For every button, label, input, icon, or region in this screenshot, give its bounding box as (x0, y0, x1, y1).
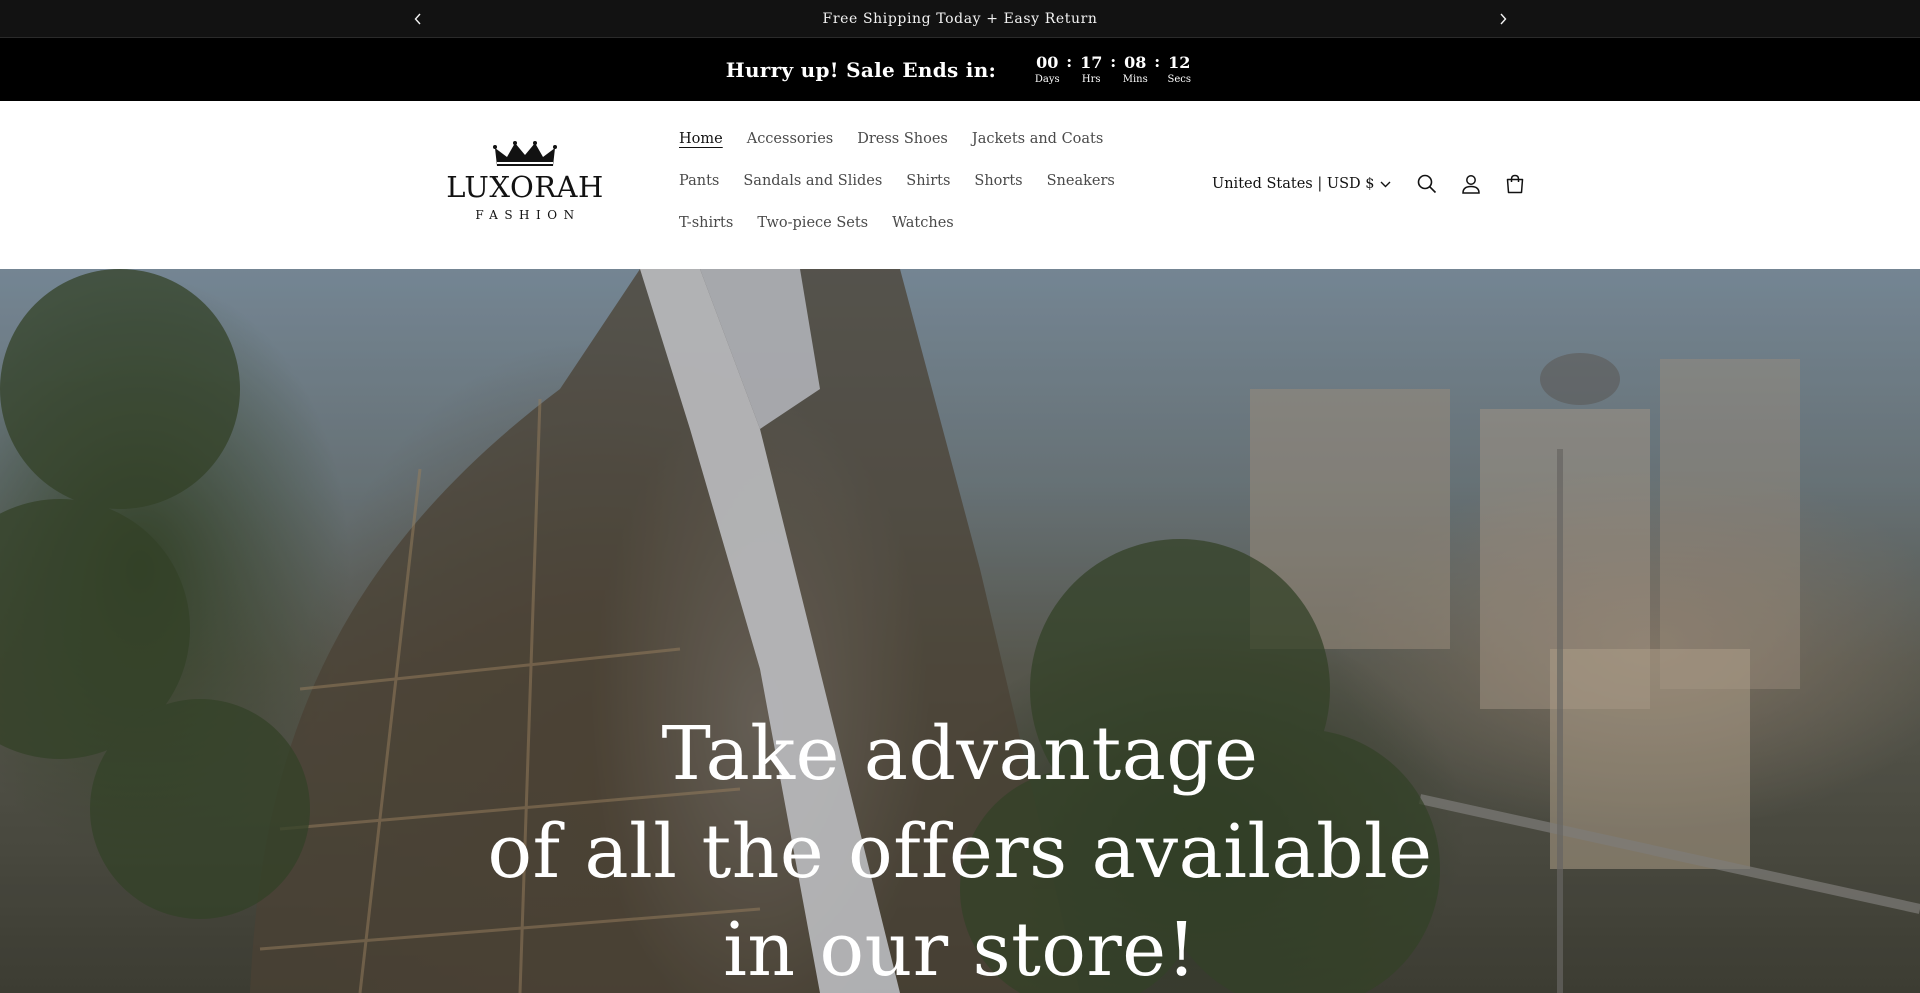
account-icon (1462, 175, 1481, 194)
nav-item-sandals-and-slides[interactable]: Sandals and Slides (731, 160, 894, 202)
chevron-right-icon (1500, 13, 1507, 25)
hero-headline-line: of all the offers available (487, 809, 1433, 895)
countdown-label: Hurry up! Sale Ends in: (725, 57, 997, 82)
countdown-value: 00 (1036, 53, 1059, 72)
countdown-separator: : (1110, 52, 1117, 71)
crown-icon (493, 141, 557, 166)
hero-headline-line: in our store! (723, 907, 1197, 993)
nav-item-jackets-and-coats[interactable]: Jackets and Coats (960, 118, 1115, 160)
countdown-value: 08 (1124, 53, 1147, 72)
nav-item-sneakers[interactable]: Sneakers (1035, 160, 1127, 202)
countdown-unit-label: Mins (1122, 74, 1148, 85)
nav-item-dress-shoes[interactable]: Dress Shoes (845, 118, 960, 160)
locale-label: United States | USD $ (1212, 176, 1375, 192)
nav-item-accessories[interactable]: Accessories (735, 118, 846, 160)
countdown-value: 17 (1080, 53, 1103, 72)
account-button[interactable] (1449, 162, 1493, 206)
hero-banner: Take advantage of all the offers availab… (0, 269, 1920, 993)
countdown-hours: 17 Hrs (1076, 53, 1106, 86)
countdown-unit-label: Hrs (1081, 74, 1101, 85)
hero-headline: Take advantage of all the offers availab… (0, 705, 1920, 993)
announcement-bar: Free Shipping Today + Easy Return (0, 0, 1920, 38)
sale-countdown-bar: Hurry up! Sale Ends in: 00 Days : 17 Hrs… (0, 38, 1920, 101)
countdown-timer: 00 Days : 17 Hrs : 08 Mins : 12 Secs (1032, 53, 1194, 86)
countdown-separator: : (1154, 52, 1161, 71)
countdown-seconds: 12 Secs (1164, 53, 1194, 86)
countdown-minutes: 08 Mins (1120, 53, 1150, 86)
nav-item-two-piece-sets[interactable]: Two-piece Sets (745, 202, 880, 244)
announcement-next-button[interactable] (1488, 0, 1518, 38)
countdown-value: 12 (1168, 53, 1191, 72)
cart-button[interactable] (1493, 162, 1537, 206)
store-logo[interactable]: LUXORAH FASHION (445, 140, 605, 226)
nav-item-pants[interactable]: Pants (667, 160, 731, 202)
logo-brand: LUXORAH (446, 170, 604, 204)
nav-item-home[interactable]: Home (667, 118, 735, 160)
chevron-down-icon (1380, 181, 1391, 188)
nav-item-shorts[interactable]: Shorts (962, 160, 1034, 202)
announcement-message: Free Shipping Today + Easy Return (822, 10, 1098, 27)
hero-headline-line: Take advantage (661, 711, 1259, 797)
countdown-unit-label: Secs (1167, 74, 1191, 85)
main-navigation: Home Accessories Dress Shoes Jackets and… (667, 118, 1137, 244)
chevron-left-icon (414, 13, 421, 25)
country-currency-selector[interactable]: United States | USD $ (1212, 176, 1391, 192)
logo-tagline: FASHION (475, 208, 581, 222)
nav-item-watches[interactable]: Watches (880, 202, 966, 244)
announcement-prev-button[interactable] (403, 0, 433, 38)
search-icon (1418, 174, 1437, 194)
cart-icon (1507, 174, 1524, 194)
nav-item-shirts[interactable]: Shirts (894, 160, 962, 202)
countdown-days: 00 Days (1032, 53, 1062, 86)
countdown-separator: : (1066, 52, 1073, 71)
nav-item-t-shirts[interactable]: T-shirts (667, 202, 745, 244)
header-tools: United States | USD $ (1212, 167, 1537, 201)
countdown-unit-label: Days (1034, 74, 1060, 85)
search-button[interactable] (1405, 162, 1449, 206)
